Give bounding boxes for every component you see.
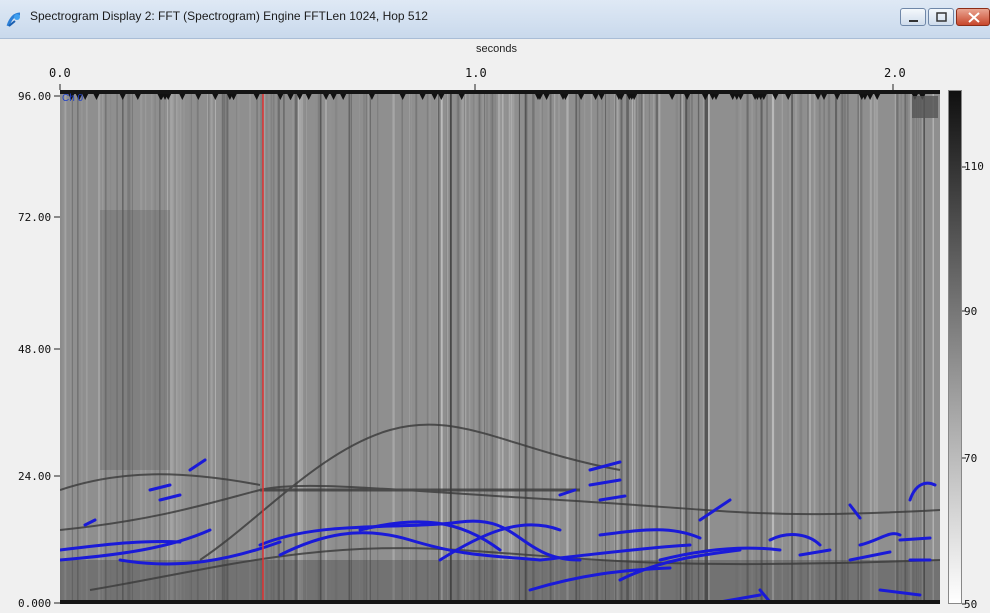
colorbar-tick-label: 110	[964, 160, 984, 173]
maximize-icon	[936, 12, 947, 22]
spectrogram-plot[interactable]	[60, 90, 940, 604]
x-tick-label: 1.0	[465, 66, 487, 80]
colorbar-tick-label: 90	[964, 305, 978, 318]
x-axis-label: seconds	[476, 43, 517, 55]
minimize-button[interactable]	[900, 8, 926, 26]
colorbar-tick-label: 50	[964, 598, 978, 611]
window-title: Spectrogram Display 2: FFT (Spectrogram)…	[30, 9, 428, 23]
minimize-icon	[909, 20, 918, 22]
title-bar[interactable]: Spectrogram Display 2: FFT (Spectrogram)…	[0, 0, 990, 39]
y-tick-label: 0.000	[18, 597, 52, 610]
y-tick-label: 72.00	[18, 211, 52, 224]
spectrogram-window: Spectrogram Display 2: FFT (Spectrogram)…	[0, 0, 990, 613]
colorbar-tick-label: 70	[964, 452, 978, 465]
channel-label: Ch 0	[62, 93, 84, 104]
x-tick-label: 0.0	[49, 66, 71, 80]
app-logo-icon	[6, 12, 22, 28]
colorbar	[948, 90, 962, 604]
spectrogram-image	[60, 90, 940, 604]
close-icon	[968, 12, 980, 23]
y-tick-label: 24.00	[18, 470, 52, 483]
maximize-button[interactable]	[928, 8, 954, 26]
y-tick-label: 96.00	[18, 90, 52, 103]
x-tick-label: 2.0	[884, 66, 906, 80]
y-tick-label: 48.00	[18, 343, 52, 356]
close-button[interactable]	[956, 8, 990, 26]
